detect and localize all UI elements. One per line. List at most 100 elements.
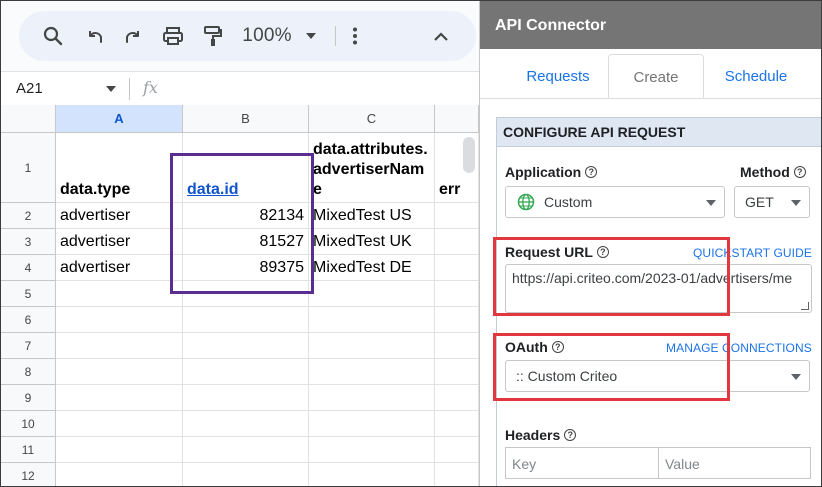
cell[interactable] <box>56 281 183 307</box>
row-header[interactable]: 6 <box>1 307 56 333</box>
cell[interactable] <box>309 463 435 486</box>
panel-title: API Connector <box>480 1 821 49</box>
cell-c4[interactable]: MixedTest DE <box>309 255 435 281</box>
redo-icon[interactable] <box>121 24 145 48</box>
method-label-text: Method <box>740 164 790 180</box>
cell[interactable] <box>183 359 309 385</box>
cell[interactable] <box>435 385 479 411</box>
headers-label-text: Headers <box>505 427 561 443</box>
tab-create[interactable]: Create <box>608 54 704 99</box>
row-header[interactable]: 8 <box>1 359 56 385</box>
cell-d3[interactable] <box>435 229 479 255</box>
cell[interactable] <box>183 437 309 463</box>
application-label: Application ? <box>505 164 598 180</box>
row-header[interactable]: 3 <box>1 229 56 255</box>
header-value-input[interactable]: Value <box>658 447 811 479</box>
zoom-select[interactable]: 100% <box>241 24 293 48</box>
cell[interactable] <box>309 307 435 333</box>
headers-label: Headers ? <box>505 427 577 443</box>
cell[interactable] <box>309 437 435 463</box>
cell[interactable] <box>309 359 435 385</box>
fx-icon: fx <box>143 78 158 97</box>
cell-a4[interactable]: advertiser <box>56 255 183 281</box>
row-header[interactable]: 4 <box>1 255 56 281</box>
undo-icon[interactable] <box>83 24 107 48</box>
tab-schedule[interactable]: Schedule <box>706 54 806 99</box>
cell[interactable] <box>56 411 183 437</box>
row-header[interactable]: 7 <box>1 333 56 359</box>
column-header-b[interactable]: B <box>183 105 309 133</box>
row-header[interactable]: 1 <box>1 133 56 203</box>
cell-value: MixedTest UK <box>313 233 412 250</box>
cell-value: MixedTest DE <box>313 259 412 276</box>
help-icon[interactable]: ? <box>564 429 577 441</box>
tab-divider <box>480 98 821 99</box>
cell[interactable] <box>183 463 309 486</box>
cell[interactable] <box>183 385 309 411</box>
cell[interactable] <box>435 463 479 486</box>
column-header-c[interactable]: C <box>309 105 435 133</box>
cell[interactable] <box>183 411 309 437</box>
cell[interactable] <box>435 333 479 359</box>
cell[interactable] <box>435 359 479 385</box>
row-header[interactable]: 9 <box>1 385 56 411</box>
print-icon[interactable] <box>161 24 185 48</box>
cell-a3[interactable]: advertiser <box>56 229 183 255</box>
name-box[interactable]: A21 <box>16 80 43 97</box>
chevron-down-icon[interactable] <box>303 24 319 48</box>
cell[interactable] <box>309 281 435 307</box>
select-all-corner[interactable] <box>1 105 56 133</box>
cell[interactable] <box>56 307 183 333</box>
application-select[interactable]: Custom <box>505 186 725 218</box>
cell-a1[interactable]: data.type <box>56 133 183 203</box>
cell[interactable] <box>309 385 435 411</box>
more-vert-icon[interactable] <box>347 24 363 48</box>
chevron-down-icon <box>791 374 801 380</box>
method-select[interactable]: GET <box>734 186 810 218</box>
search-icon[interactable] <box>41 24 65 48</box>
cell[interactable] <box>183 333 309 359</box>
row-header[interactable]: 12 <box>1 463 56 486</box>
cell[interactable] <box>56 385 183 411</box>
cell[interactable] <box>56 333 183 359</box>
cell-value: MixedTest US <box>313 207 412 224</box>
cell[interactable] <box>56 463 183 486</box>
cell[interactable] <box>435 281 479 307</box>
vertical-scrollbar[interactable] <box>463 137 475 173</box>
row-header[interactable]: 11 <box>1 437 56 463</box>
cell-c3[interactable]: MixedTest UK <box>309 229 435 255</box>
row-header[interactable]: 5 <box>1 281 56 307</box>
application-value: Custom <box>544 194 593 210</box>
name-box-dropdown-icon[interactable] <box>106 86 116 92</box>
method-label: Method ? <box>740 164 806 180</box>
cell-value: advertiser <box>60 259 131 276</box>
cell[interactable] <box>56 437 183 463</box>
cell-c2[interactable]: MixedTest US <box>309 203 435 229</box>
cell[interactable] <box>435 411 479 437</box>
chevron-up-icon[interactable] <box>431 24 451 48</box>
column-header-a[interactable]: A <box>56 105 183 133</box>
row-header[interactable]: 10 <box>1 411 56 437</box>
cell-a2[interactable]: advertiser <box>56 203 183 229</box>
tab-requests[interactable]: Requests <box>508 54 608 99</box>
row-header[interactable]: 2 <box>1 203 56 229</box>
cell[interactable] <box>56 359 183 385</box>
cell[interactable] <box>435 437 479 463</box>
cell-c1[interactable]: data.attributes.advertiserName <box>309 133 435 203</box>
section-title: CONFIGURE API REQUEST <box>497 118 821 147</box>
paint-format-icon[interactable] <box>201 24 225 48</box>
cell-value: data.attributes.advertiserName <box>313 141 428 198</box>
header-key-input[interactable]: Key <box>505 447 659 479</box>
highlight-box-request-url <box>493 237 730 316</box>
cell-d2[interactable] <box>435 203 479 229</box>
cell[interactable] <box>435 307 479 333</box>
cell-d4[interactable] <box>435 255 479 281</box>
help-icon[interactable]: ? <box>585 166 598 178</box>
cell[interactable] <box>309 333 435 359</box>
help-icon[interactable]: ? <box>793 166 806 178</box>
cell[interactable] <box>183 307 309 333</box>
resize-grip-icon[interactable] <box>801 302 809 310</box>
method-value: GET <box>745 194 774 210</box>
column-header-d[interactable] <box>435 105 479 133</box>
cell[interactable] <box>309 411 435 437</box>
